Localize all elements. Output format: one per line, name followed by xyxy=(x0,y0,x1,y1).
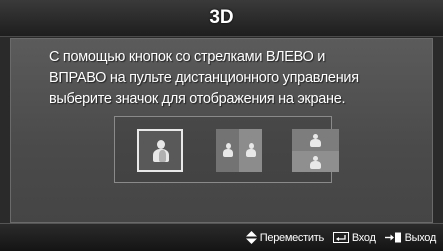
mode-option-top-bottom[interactable] xyxy=(292,129,339,172)
3d-mode-selector xyxy=(114,116,339,183)
title-bar: 3D xyxy=(0,0,443,37)
up-down-arrows-icon xyxy=(245,231,257,244)
exit-label: Выход xyxy=(404,231,437,244)
content-panel: С помощью кнопок со стрелками ВЛЕВО и ВП… xyxy=(10,38,433,223)
top-bottom-top-half xyxy=(292,129,339,151)
side-by-side-icon xyxy=(223,143,233,157)
enter-label: Вход xyxy=(351,231,376,244)
3d-settings-dialog: 3D С помощью кнопок со стрелками ВЛЕВО и… xyxy=(0,0,443,251)
exit-key-icon xyxy=(384,232,402,243)
mode-option-side-by-side[interactable] xyxy=(216,129,262,172)
top-bottom-icon xyxy=(310,134,321,147)
person-icon xyxy=(246,143,256,157)
person-icon xyxy=(310,155,321,169)
dialog-title: 3D xyxy=(209,7,234,28)
enter-hint: Вход xyxy=(332,231,376,244)
side-by-side-right-half xyxy=(239,129,262,172)
side-by-side-left-half xyxy=(216,129,239,172)
move-hint: Переместить xyxy=(245,231,324,244)
single-person-2d-icon xyxy=(153,140,169,162)
exit-hint: Выход xyxy=(384,231,437,244)
enter-key-icon xyxy=(332,232,349,243)
instruction-text: С помощью кнопок со стрелками ВЛЕВО и ВП… xyxy=(49,49,359,107)
mode-option-2d[interactable] xyxy=(137,129,183,172)
move-label: Переместить xyxy=(259,231,324,244)
top-bottom-bottom-half xyxy=(292,150,339,172)
key-guide-bar: Переместить Вход Выход xyxy=(0,223,443,251)
